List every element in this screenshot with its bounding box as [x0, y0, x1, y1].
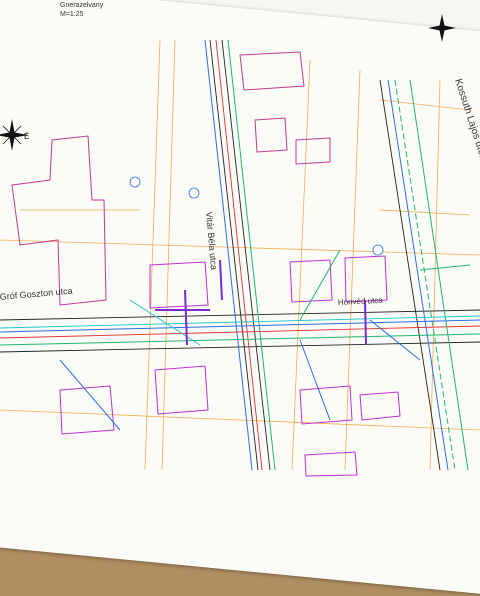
compass-rose-icon: É [0, 119, 29, 151]
plot-boundaries [0, 39, 480, 471]
compass-rose-icon [428, 14, 456, 42]
street-label-honved: Honvéd utca [338, 296, 384, 307]
sheet-scale: M=1:25 [60, 11, 84, 18]
buildings [11, 51, 401, 477]
section-markers [129, 176, 384, 256]
sheet-title: Gnerazelvany [60, 2, 104, 9]
green-utility-lines [0, 39, 480, 471]
road-edges [0, 39, 480, 471]
blue-utility-lines [0, 39, 480, 471]
red-utility-lines [0, 39, 480, 471]
svg-text:É: É [24, 132, 29, 141]
utility-map: É Kossuth Lajos utca Vitár Béla utca Gró… [0, 2, 480, 477]
street-label-vinar: Vitár Béla utca [204, 211, 219, 270]
street-label-goszton: Gróf Goszton utca [0, 286, 73, 302]
service-connections [155, 259, 367, 346]
street-label-kossuth: Kossuth Lajos utca [452, 78, 480, 162]
